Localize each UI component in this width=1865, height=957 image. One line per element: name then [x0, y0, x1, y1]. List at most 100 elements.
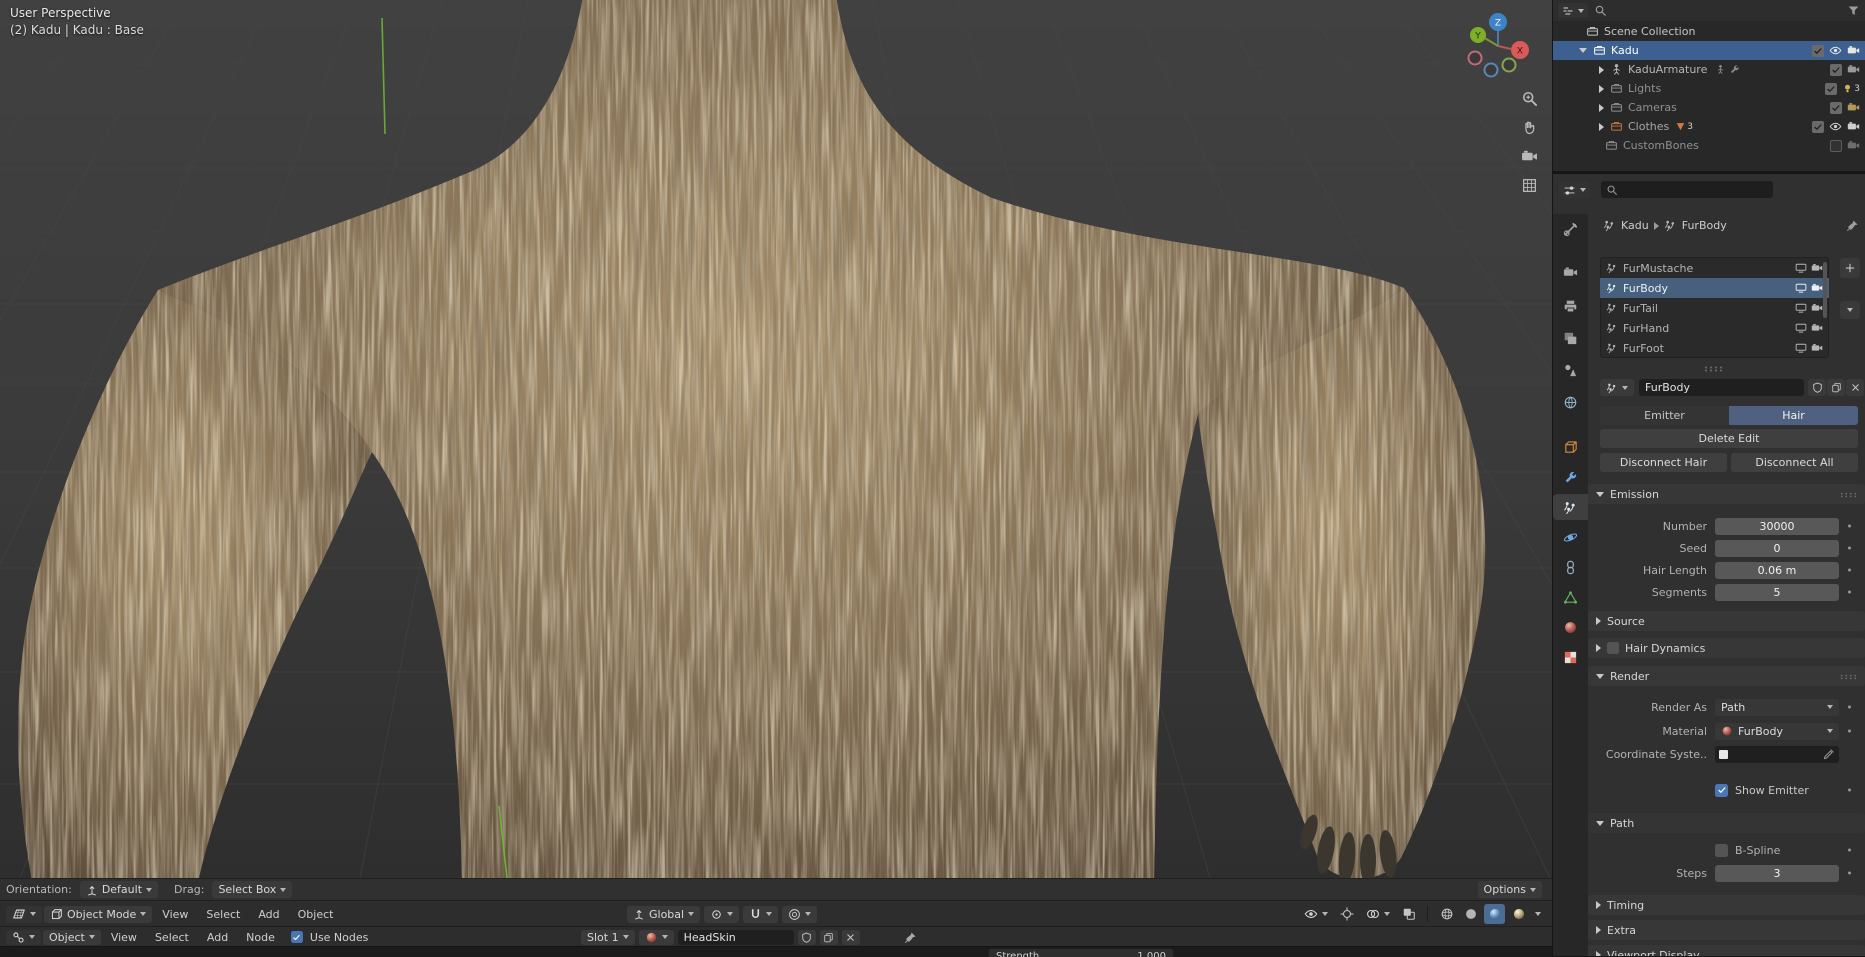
tab-render[interactable]	[1553, 259, 1588, 285]
eye-icon[interactable]	[1829, 44, 1842, 57]
mode-dropdown[interactable]: Object Mode	[44, 905, 153, 923]
coordinate-object-field[interactable]	[1715, 745, 1839, 763]
disclosure-right-icon[interactable]	[1599, 122, 1604, 131]
outliner-row-lights[interactable]: Lights 3	[1553, 79, 1865, 98]
pan-hand-button[interactable]	[1519, 117, 1539, 137]
eyedropper-icon[interactable]	[1823, 748, 1835, 760]
menu-object[interactable]: Object	[290, 908, 342, 921]
panel-viewport-display[interactable]: Viewport Display	[1588, 945, 1865, 956]
panel-extra[interactable]: Extra	[1588, 920, 1865, 940]
particle-name-field[interactable]: FurBody	[1639, 379, 1804, 396]
animate-dot[interactable]	[1848, 590, 1851, 594]
outliner-row-scene-collection[interactable]: Scene Collection	[1553, 22, 1865, 41]
render-toggle-icon[interactable]	[1811, 262, 1823, 274]
gizmo-neg-z-axis[interactable]	[1483, 62, 1499, 78]
render-as-dropdown[interactable]: Path	[1715, 698, 1839, 716]
collection-checkbox[interactable]	[1812, 44, 1824, 57]
render-toggle-icon[interactable]	[1811, 342, 1823, 354]
camera-icon[interactable]	[1847, 139, 1860, 152]
orthographic-toggle-button[interactable]	[1519, 175, 1539, 195]
disclosure-right-icon[interactable]	[1599, 84, 1604, 93]
panel-hair-dynamics[interactable]: Hair Dynamics	[1588, 638, 1865, 658]
list-resize-grip[interactable]	[1703, 362, 1723, 375]
panel-drag-grip[interactable]	[1839, 670, 1857, 683]
seed-input[interactable]: 0	[1715, 539, 1839, 557]
render-toggle-icon[interactable]	[1811, 282, 1823, 294]
tab-hair[interactable]: Hair	[1729, 406, 1858, 425]
browse-material-dropdown[interactable]	[638, 929, 674, 945]
animate-dot[interactable]	[1848, 546, 1851, 550]
menu-select[interactable]: Select	[198, 908, 248, 921]
display-toggle-icon[interactable]	[1795, 322, 1807, 334]
camera-icon[interactable]	[1847, 44, 1860, 57]
disclosure-right-icon[interactable]	[1599, 65, 1604, 74]
camera-view-button[interactable]	[1519, 146, 1539, 166]
menu-view[interactable]: View	[103, 931, 145, 944]
proportional-editing-dropdown[interactable]	[782, 905, 818, 923]
shading-options-dropdown[interactable]	[1532, 906, 1544, 923]
shading-material-button[interactable]	[1484, 904, 1505, 924]
shading-rendered-button[interactable]	[1508, 904, 1529, 924]
particle-system-row-selected[interactable]: FurBody	[1600, 278, 1829, 298]
gizmo-neg-y-axis[interactable]	[1501, 57, 1517, 73]
tab-constraints[interactable]	[1553, 554, 1588, 580]
panel-timing[interactable]: Timing	[1588, 895, 1865, 915]
overlays-dropdown[interactable]	[1360, 906, 1396, 923]
drag-dropdown[interactable]: Select Box	[212, 881, 293, 898]
number-input[interactable]: 30000	[1715, 517, 1839, 535]
3d-viewport[interactable]: User Perspective (2) Kadu | Kadu : Base …	[0, 0, 1552, 878]
disconnect-hair-button[interactable]: Disconnect Hair	[1600, 453, 1727, 472]
tab-object-data[interactable]	[1553, 584, 1588, 610]
tab-world[interactable]	[1553, 389, 1588, 415]
editor-type-dropdown[interactable]	[1559, 182, 1590, 198]
material-slot-dropdown[interactable]: Slot 1	[581, 929, 635, 945]
tab-output[interactable]	[1553, 293, 1588, 319]
panel-path[interactable]: Path	[1588, 813, 1865, 833]
pivot-point-dropdown[interactable]	[704, 905, 740, 923]
display-toggle-icon[interactable]	[1795, 302, 1807, 314]
object-checkbox[interactable]	[1830, 63, 1842, 76]
tab-material[interactable]	[1553, 614, 1588, 640]
display-toggle-icon[interactable]	[1795, 262, 1807, 274]
animate-dot[interactable]	[1848, 705, 1851, 709]
menu-node[interactable]: Node	[238, 931, 283, 944]
display-toggle-icon[interactable]	[1795, 342, 1807, 354]
copy-material-button[interactable]	[819, 929, 838, 945]
shader-type-dropdown[interactable]: Object	[43, 929, 101, 945]
panel-render[interactable]: Render	[1588, 666, 1865, 686]
panel-emission[interactable]: Emission	[1588, 484, 1865, 504]
transform-orientation-dropdown[interactable]: Global	[627, 905, 701, 923]
fake-user-button[interactable]	[797, 929, 816, 945]
shading-wireframe-button[interactable]	[1436, 904, 1457, 924]
animate-dot[interactable]	[1848, 568, 1851, 572]
render-toggle-icon[interactable]	[1811, 302, 1823, 314]
bspline-checkbox[interactable]	[1715, 843, 1728, 857]
collection-checkbox[interactable]	[1825, 82, 1838, 95]
display-toggle-icon[interactable]	[1795, 282, 1807, 294]
delete-edit-button[interactable]: Delete Edit	[1600, 429, 1858, 448]
tab-object[interactable]	[1553, 434, 1588, 460]
navigation-gizmo[interactable]: Z Y X	[1462, 8, 1534, 83]
tab-physics[interactable]	[1553, 524, 1588, 550]
segments-input[interactable]: 5	[1715, 583, 1839, 601]
particle-system-row[interactable]: FurHand	[1600, 318, 1829, 338]
shading-solid-button[interactable]	[1460, 904, 1481, 924]
particle-system-row[interactable]: FurFoot	[1600, 338, 1829, 358]
breadcrumb-data[interactable]: FurBody	[1682, 219, 1727, 232]
unlink-button[interactable]	[1846, 379, 1864, 396]
tab-particles[interactable]	[1553, 494, 1588, 520]
animate-dot[interactable]	[1848, 729, 1851, 733]
disclosure-down-icon[interactable]	[1579, 48, 1587, 53]
menu-view[interactable]: View	[154, 908, 196, 921]
gizmo-neg-x-axis[interactable]	[1467, 50, 1483, 66]
filter-icon[interactable]	[1847, 4, 1860, 17]
shader-editor-content[interactable]: Strength 1.000	[0, 946, 1552, 957]
outliner-row-clothes[interactable]: Clothes 3	[1553, 117, 1865, 136]
animate-dot[interactable]	[1848, 788, 1851, 792]
tab-texture[interactable]	[1553, 644, 1588, 670]
particle-system-row[interactable]: FurTail	[1600, 298, 1829, 318]
material-dropdown[interactable]: FurBody	[1715, 722, 1839, 740]
menu-add[interactable]: Add	[250, 908, 287, 921]
search-icon[interactable]	[1594, 4, 1607, 17]
tab-view-layer[interactable]	[1553, 325, 1588, 351]
